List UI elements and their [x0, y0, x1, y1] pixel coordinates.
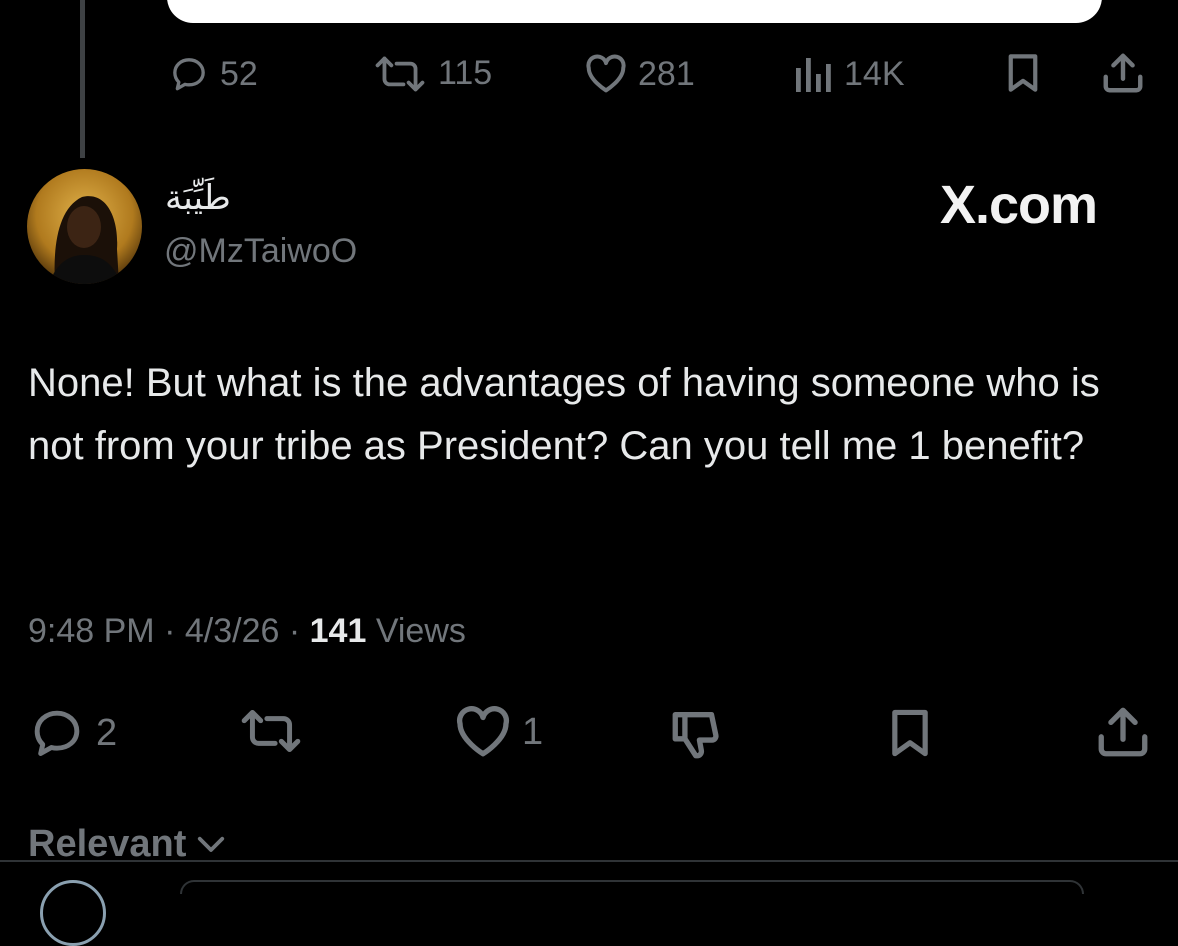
repost-icon [372, 55, 428, 93]
avatar[interactable] [27, 169, 142, 284]
next-reply-avatar[interactable] [40, 880, 106, 946]
views-icon [794, 54, 834, 94]
reply-button[interactable]: 2 [28, 705, 117, 761]
thumbs-down-icon[interactable] [668, 705, 726, 763]
like-count: 1 [522, 710, 544, 753]
reply-count: 2 [96, 711, 118, 754]
parent-tweet-media[interactable] [167, 0, 1102, 23]
thread-connector-line [80, 0, 85, 158]
tweet-date[interactable]: 4/3/26 [185, 612, 280, 650]
divider [0, 860, 1178, 862]
like-button[interactable]: 1 [454, 705, 543, 759]
share-icon[interactable] [1094, 703, 1152, 761]
parent-like-button[interactable]: 281 [584, 54, 695, 94]
parent-repost-count: 115 [438, 54, 493, 92]
parent-reply-button[interactable]: 52 [168, 54, 258, 94]
reply-icon [28, 705, 86, 761]
bookmark-icon[interactable] [884, 705, 936, 761]
chevron-down-icon [196, 835, 226, 855]
views-label: Views [375, 612, 466, 650]
author-name[interactable]: طَيِّبَة [165, 178, 231, 218]
parent-views-button[interactable]: 14K [794, 54, 905, 94]
bookmark-icon[interactable] [1002, 52, 1044, 94]
tweet-text: None! But what is the advantages of havi… [28, 361, 1100, 468]
brand-watermark: X.com [940, 175, 1098, 235]
tweet-meta: 9:48 PM · 4/3/26 · 141 Views [28, 612, 466, 651]
heart-icon [584, 54, 628, 94]
tweet-time[interactable]: 9:48 PM [28, 612, 155, 650]
next-reply-card [180, 880, 1084, 894]
reply-icon [168, 54, 210, 94]
views-count[interactable]: 141 [310, 612, 367, 650]
meta-separator: · [164, 612, 176, 650]
repost-icon[interactable] [238, 708, 304, 754]
share-icon[interactable] [1100, 50, 1146, 96]
parent-repost-button[interactable]: 115 [372, 54, 492, 93]
parent-like-count: 281 [638, 54, 695, 93]
parent-reply-count: 52 [220, 54, 258, 93]
meta-separator: · [288, 612, 301, 650]
parent-views-count: 14K [844, 54, 905, 93]
heart-icon [454, 705, 512, 759]
author-handle[interactable]: @MzTaiwoO [164, 232, 357, 271]
